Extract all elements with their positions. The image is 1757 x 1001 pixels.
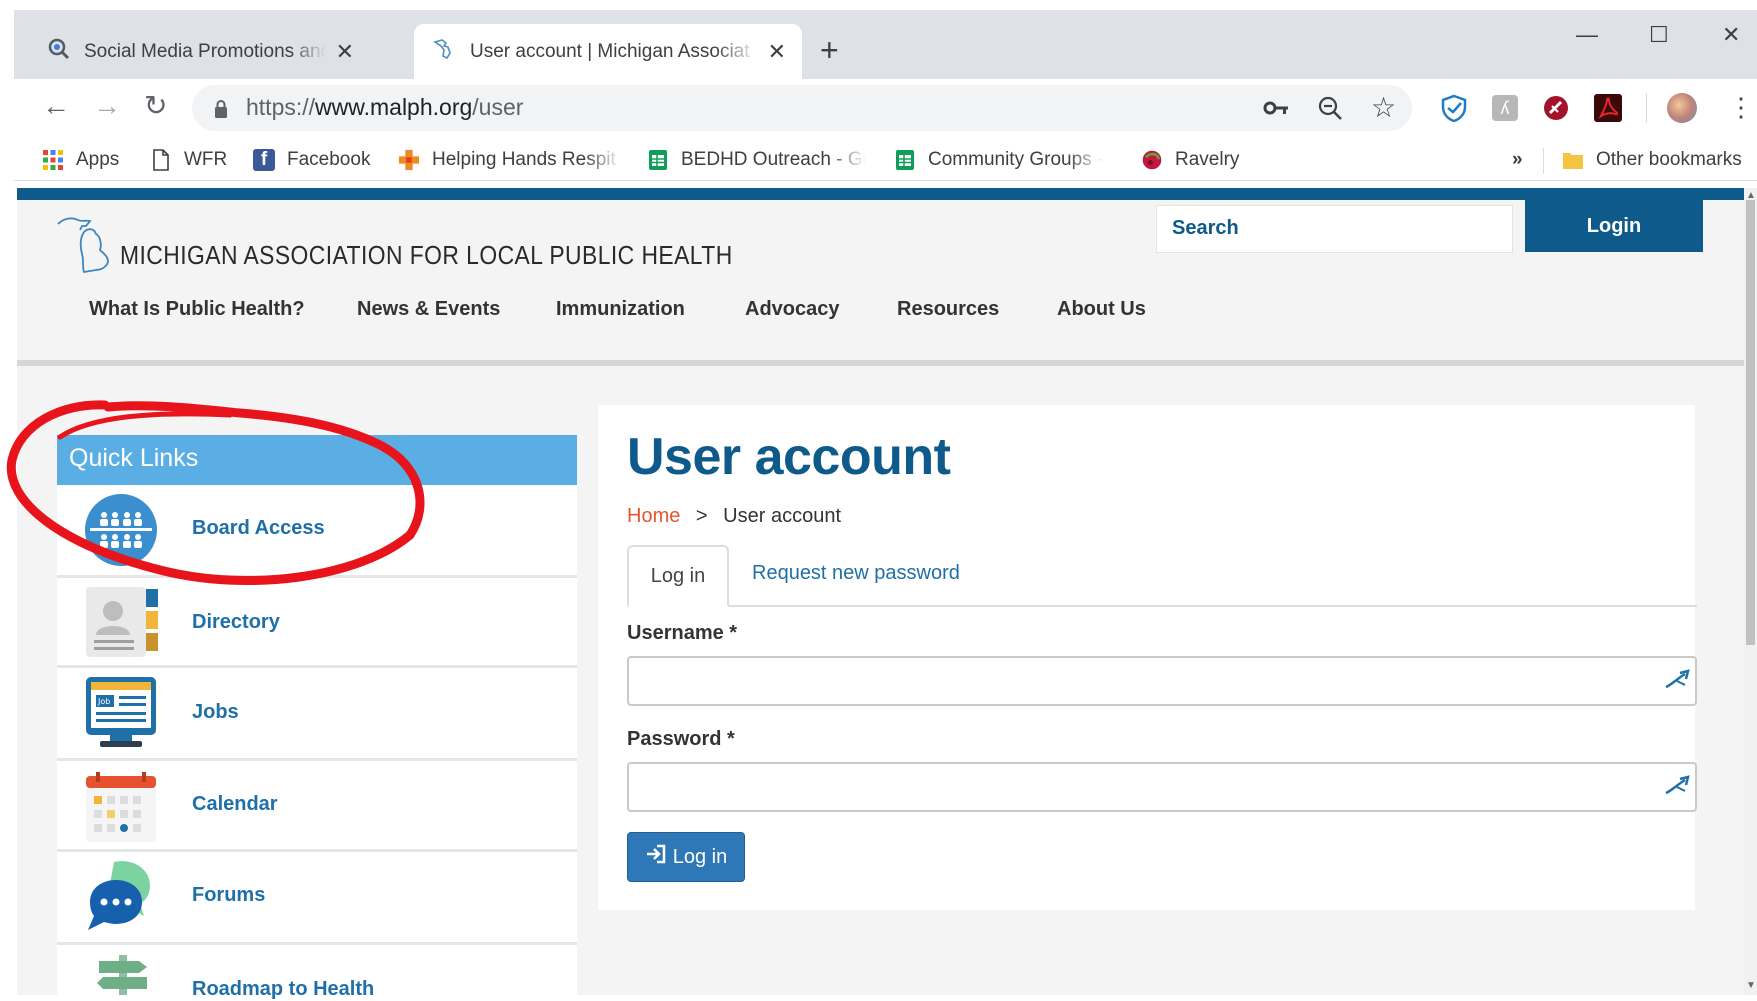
profile-avatar[interactable] <box>1667 93 1697 123</box>
quick-link-label[interactable]: Calendar <box>192 793 278 816</box>
toolbar-divider <box>1646 93 1647 123</box>
quick-links-heading: Quick Links <box>57 435 577 485</box>
site-top-stripe <box>17 188 1744 200</box>
quick-link-label[interactable]: Roadmap to Health <box>192 978 374 1001</box>
log-in-submit-label: Log in <box>672 845 728 868</box>
url-text[interactable]: https://www.malph.org/user <box>246 94 523 121</box>
lock-icon[interactable] <box>213 99 229 124</box>
folder-icon <box>1562 149 1584 171</box>
breadcrumb-home-link[interactable]: Home <box>627 505 680 527</box>
bookmark-label: Community Groups - <box>928 149 1103 170</box>
michigan-logo-icon[interactable] <box>56 214 116 281</box>
nav-resources[interactable]: Resources <box>897 298 999 321</box>
bookmark-star-icon[interactable]: ☆ <box>1371 94 1396 122</box>
breadcrumb-current: User account <box>723 505 842 527</box>
quick-link-label[interactable]: Directory <box>192 611 280 634</box>
tab-close-icon[interactable]: ✕ <box>336 39 354 65</box>
apps-grid-icon <box>42 149 64 171</box>
bookmark-label: Ravelry <box>1175 149 1240 170</box>
window-close-icon[interactable]: ✕ <box>1722 22 1740 48</box>
red-extension-icon[interactable] <box>1542 94 1570 127</box>
breadcrumb-separator: > <box>695 505 708 527</box>
calendar-icon <box>84 770 158 844</box>
bookmark-bedhd-outreach[interactable]: BEDHD Outreach - Go <box>647 146 866 174</box>
password-manager-icon[interactable] <box>1663 665 1693 700</box>
site-search-label[interactable]: Search <box>1172 217 1239 240</box>
chat-bubbles-icon <box>84 858 158 932</box>
tab-user-account[interactable]: User account | Michigan Associat ✕ <box>414 24 802 79</box>
nav-about-us[interactable]: About Us <box>1057 298 1146 321</box>
bookmark-label: Other bookmarks <box>1596 149 1742 170</box>
bookmark-label: Facebook <box>287 149 371 170</box>
job-monitor-icon: Job <box>84 675 158 749</box>
scroll-up-icon[interactable]: ▲ <box>1746 190 1756 201</box>
password-field[interactable] <box>627 762 1697 812</box>
svg-text:Job: Job <box>97 697 110 706</box>
tab-social-media[interactable]: Social Media Promotions and the ✕ <box>30 24 370 79</box>
bookmarks-overflow-icon[interactable]: » <box>1512 146 1523 174</box>
username-field[interactable] <box>627 656 1697 706</box>
nav-immunization[interactable]: Immunization <box>556 298 685 321</box>
site-logo-text[interactable]: MICHIGAN ASSOCIATION FOR LOCAL PUBLIC HE… <box>120 240 733 271</box>
nav-advocacy[interactable]: Advocacy <box>745 298 840 321</box>
directory-card-icon <box>84 585 158 659</box>
bookmark-label: Apps <box>76 149 120 170</box>
tab-close-icon[interactable]: ✕ <box>768 39 786 65</box>
tab-log-in[interactable]: Log in <box>627 545 729 607</box>
bookmark-facebook[interactable]: f Facebook <box>253 146 370 174</box>
tab-request-new-password[interactable]: Request new password <box>752 562 960 585</box>
tab-favicon-search-icon <box>48 38 70 66</box>
site-login-button[interactable]: Login <box>1525 200 1703 252</box>
forward-arrow-icon[interactable]: → <box>93 91 121 121</box>
tab-title: User account | Michigan Associat <box>470 40 750 62</box>
key-icon[interactable] <box>1262 96 1290 125</box>
bookmark-community-groups[interactable]: Community Groups - <box>894 146 1103 174</box>
bookmark-label: WFR <box>184 149 228 170</box>
quick-link-label[interactable]: Jobs <box>192 701 239 724</box>
board-people-icon <box>84 493 158 567</box>
signpost-icon <box>95 955 151 1000</box>
bookmark-apps[interactable]: Apps <box>42 146 119 174</box>
menu-dots-icon[interactable]: ⋮ <box>1728 92 1754 122</box>
minimize-icon[interactable]: — <box>1576 22 1598 48</box>
maximize-icon[interactable]: ☐ <box>1649 22 1669 48</box>
facebook-icon: f <box>253 149 275 171</box>
tab-title: Social Media Promotions and the <box>84 40 326 62</box>
plus-cross-icon <box>398 149 420 171</box>
header-divider <box>17 360 1744 366</box>
quick-link-label[interactable]: Board Access <box>192 517 325 540</box>
bookmark-wfr[interactable]: WFR <box>150 146 227 174</box>
bookmark-helping-hands[interactable]: Helping Hands Respit <box>398 146 622 174</box>
password-manager-icon[interactable] <box>1663 771 1693 806</box>
scroll-down-icon[interactable]: ▼ <box>1746 980 1756 991</box>
new-tab-plus-icon[interactable]: + <box>820 33 839 67</box>
bookmark-ravelry[interactable]: Ravelry <box>1141 146 1239 174</box>
shield-extension-icon[interactable] <box>1440 94 1468 127</box>
page-icon <box>150 149 172 171</box>
log-in-submit-button[interactable]: Log in <box>627 832 745 882</box>
password-label: Password * <box>627 728 735 750</box>
tab-favicon-michigan-icon <box>432 37 456 67</box>
nav-news-events[interactable]: News & Events <box>357 298 500 321</box>
nav-what-is-public-health[interactable]: What Is Public Health? <box>89 298 305 321</box>
bookmark-label: BEDHD Outreach - Go <box>681 149 866 170</box>
sheets-icon <box>894 149 916 171</box>
grey-extension-icon[interactable]: ʎ <box>1492 95 1518 121</box>
quick-link-label[interactable]: Forums <box>192 884 265 907</box>
zoom-out-icon[interactable] <box>1317 95 1343 126</box>
sign-in-icon <box>645 844 667 870</box>
bookmark-label: Helping Hands Respit <box>432 149 616 170</box>
username-label: Username * <box>627 622 738 644</box>
pdf-extension-icon[interactable] <box>1594 94 1622 122</box>
tabs-underline <box>627 605 1697 607</box>
reload-icon[interactable]: ↻ <box>144 91 167 121</box>
page-title: User account <box>627 428 951 486</box>
back-arrow-icon[interactable]: ← <box>42 91 70 121</box>
ravelry-icon <box>1141 149 1163 171</box>
breadcrumb: Home > User account <box>627 505 841 528</box>
sheets-icon <box>647 149 669 171</box>
bookmarks-divider <box>1543 148 1544 174</box>
other-bookmarks[interactable]: Other bookmarks <box>1562 146 1742 174</box>
scrollbar-thumb[interactable] <box>1746 200 1755 645</box>
